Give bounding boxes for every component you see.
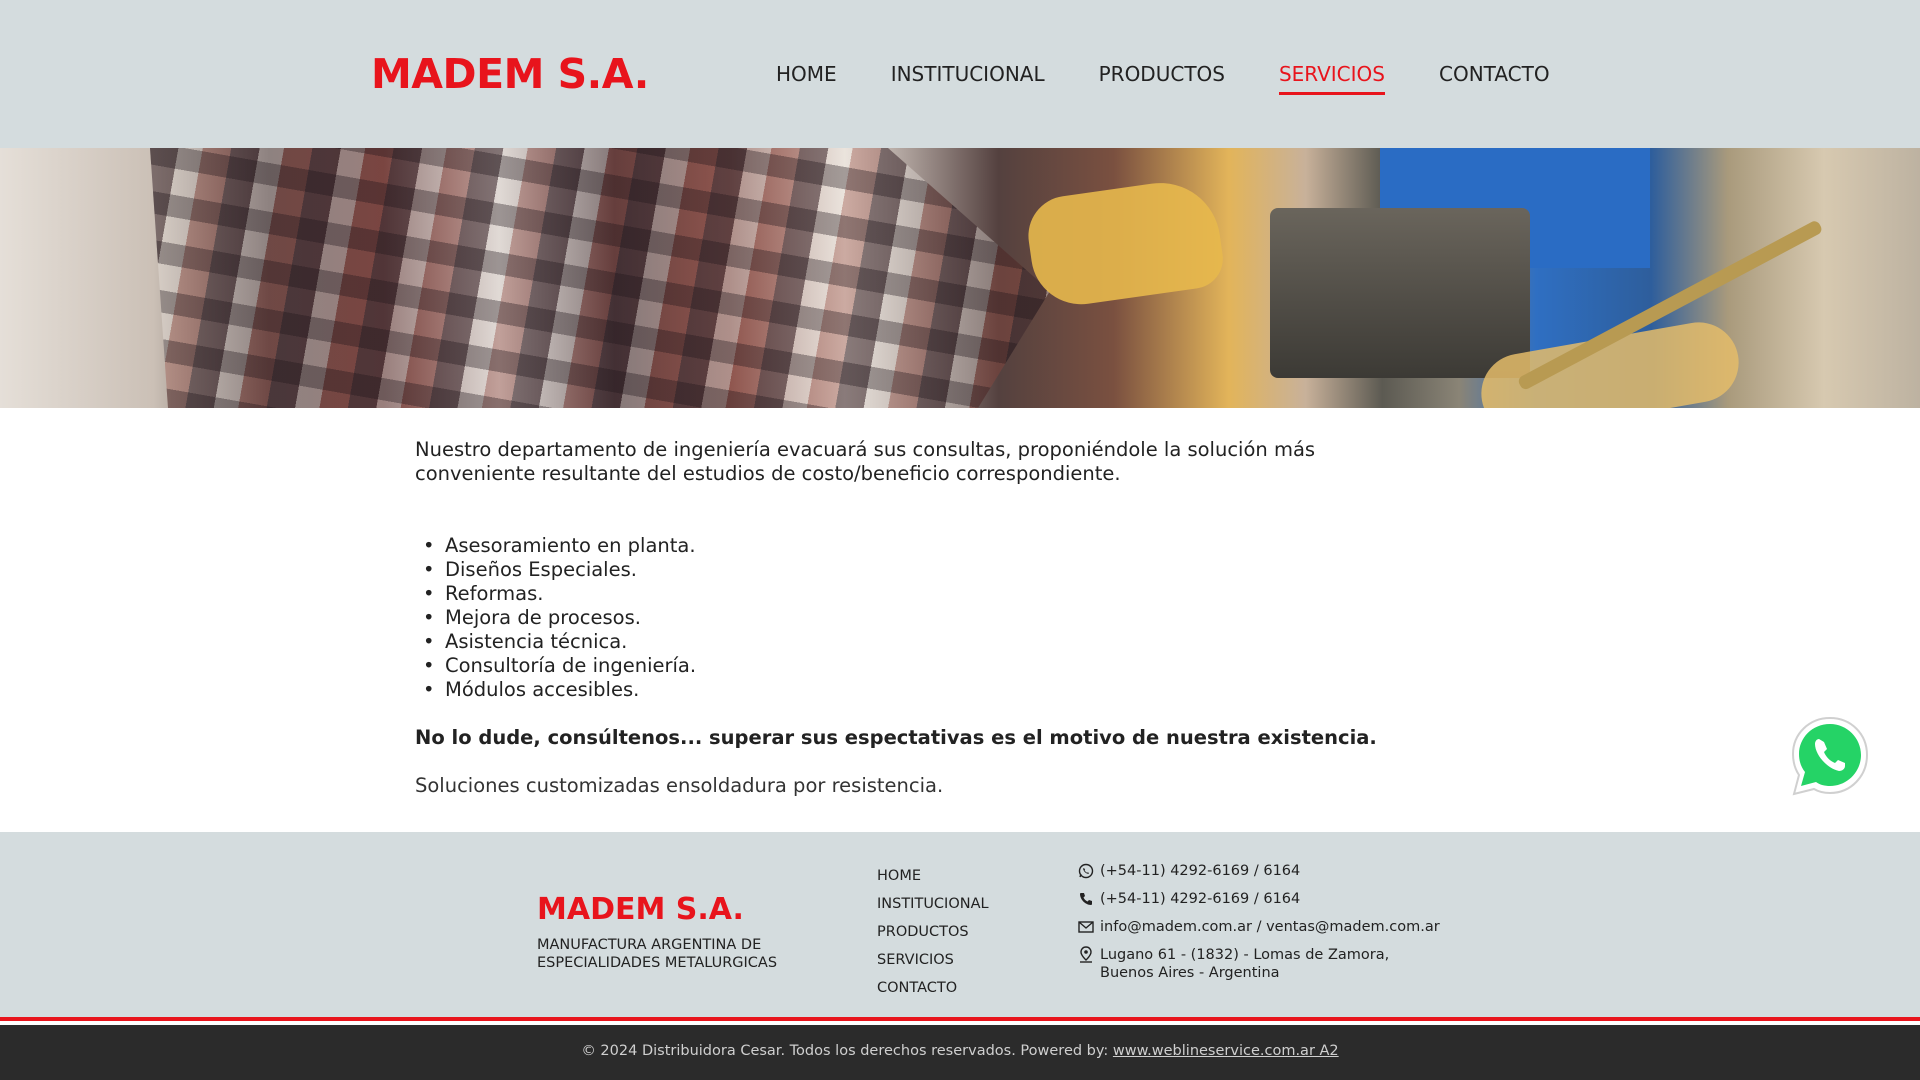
intro-paragraph: Nuestro departamento de ingeniería evacu… [415,438,1316,485]
contact-email[interactable]: info@madem.com.ar / ventas@madem.com.ar [1078,918,1440,936]
hero-banner-image [0,148,1920,408]
footer-nav-productos[interactable]: PRODUCTOS [877,918,989,946]
contact-phone[interactable]: (+54-11) 4292-6169 / 6164 [1078,890,1440,908]
main-content: Nuestro departamento de ingeniería evacu… [415,438,1435,798]
site-header: MADEM S.A. HOME INSTITUCIONAL PRODUCTOS … [0,0,1920,148]
nav-productos[interactable]: PRODUCTOS [1099,62,1225,95]
powered-by-link[interactable]: www.weblineservice.com.ar A2 [1113,1043,1339,1059]
nav-contacto[interactable]: CONTACTO [1439,62,1550,95]
footer-nav: HOME INSTITUCIONAL PRODUCTOS SERVICIOS C… [877,862,989,1002]
services-list: Asesoramiento en planta. Diseños Especia… [415,534,1435,702]
main-nav: HOME INSTITUCIONAL PRODUCTOS SERVICIOS C… [776,62,1550,95]
map-pin-icon [1078,946,1100,964]
footer-tagline: MANUFACTURA ARGENTINA DE ESPECIALIDADES … [537,936,817,972]
whatsapp-small-icon [1078,862,1100,880]
footer-nav-servicios[interactable]: SERVICIOS [877,946,989,974]
copyright-text: © 2024 Distribuidora Cesar. Todos los de… [0,1043,1920,1059]
hero-glove [1023,175,1227,311]
list-item: Consultoría de ingeniería. [415,654,1435,678]
hero-machine [1270,208,1530,378]
contact-address-text: Lugano 61 - (1832) - Lomas de Zamora, Bu… [1100,946,1389,982]
list-item: Módulos accesibles. [415,678,1435,702]
footer-contact: (+54-11) 4292-6169 / 6164 (+54-11) 4292-… [1078,862,1440,992]
highlight-text: No lo dude, consúltenos... superar sus e… [415,726,1377,749]
copyright-label: © 2024 Distribuidora Cesar. Todos los de… [581,1043,1113,1059]
footer-nav-home[interactable]: HOME [877,862,989,890]
footer-logo[interactable]: MADEM S.A. [537,892,744,927]
contact-email-text: info@madem.com.ar / ventas@madem.com.ar [1100,919,1440,935]
contact-whatsapp[interactable]: (+54-11) 4292-6169 / 6164 [1078,862,1440,880]
site-logo[interactable]: MADEM S.A. [371,50,649,98]
closing-text: Soluciones customizadas ensoldadura por … [415,774,944,797]
envelope-icon [1078,918,1100,936]
hero-plaid-overlay [150,148,1050,408]
list-item: Asistencia técnica. [415,630,1435,654]
address-line-2: Buenos Aires - Argentina [1100,965,1280,981]
nav-home[interactable]: HOME [776,62,837,95]
footer-nav-contacto[interactable]: CONTACTO [877,974,989,1002]
footer-nav-institucional[interactable]: INSTITUCIONAL [877,890,989,918]
whatsapp-icon [1791,716,1869,796]
whatsapp-float-button[interactable] [1788,714,1872,798]
list-item: Diseños Especiales. [415,558,1435,582]
address-line-1: Lugano 61 - (1832) - Lomas de Zamora, [1100,947,1390,963]
nav-servicios[interactable]: SERVICIOS [1278,62,1385,95]
list-item: Mejora de procesos. [415,606,1435,630]
copyright-bar: © 2024 Distribuidora Cesar. Todos los de… [0,1025,1920,1080]
list-item: Asesoramiento en planta. [415,534,1435,558]
contact-whatsapp-text: (+54-11) 4292-6169 / 6164 [1100,863,1301,879]
list-item: Reformas. [415,582,1435,606]
nav-institucional[interactable]: INSTITUCIONAL [891,62,1045,95]
footer-tagline-line-1: MANUFACTURA ARGENTINA DE [537,937,762,953]
contact-address: Lugano 61 - (1832) - Lomas de Zamora, Bu… [1078,946,1440,982]
contact-phone-text: (+54-11) 4292-6169 / 6164 [1100,891,1301,907]
phone-icon [1078,890,1100,908]
site-footer: MADEM S.A. MANUFACTURA ARGENTINA DE ESPE… [0,832,1920,1021]
footer-tagline-line-2: ESPECIALIDADES METALURGICAS [537,955,778,971]
